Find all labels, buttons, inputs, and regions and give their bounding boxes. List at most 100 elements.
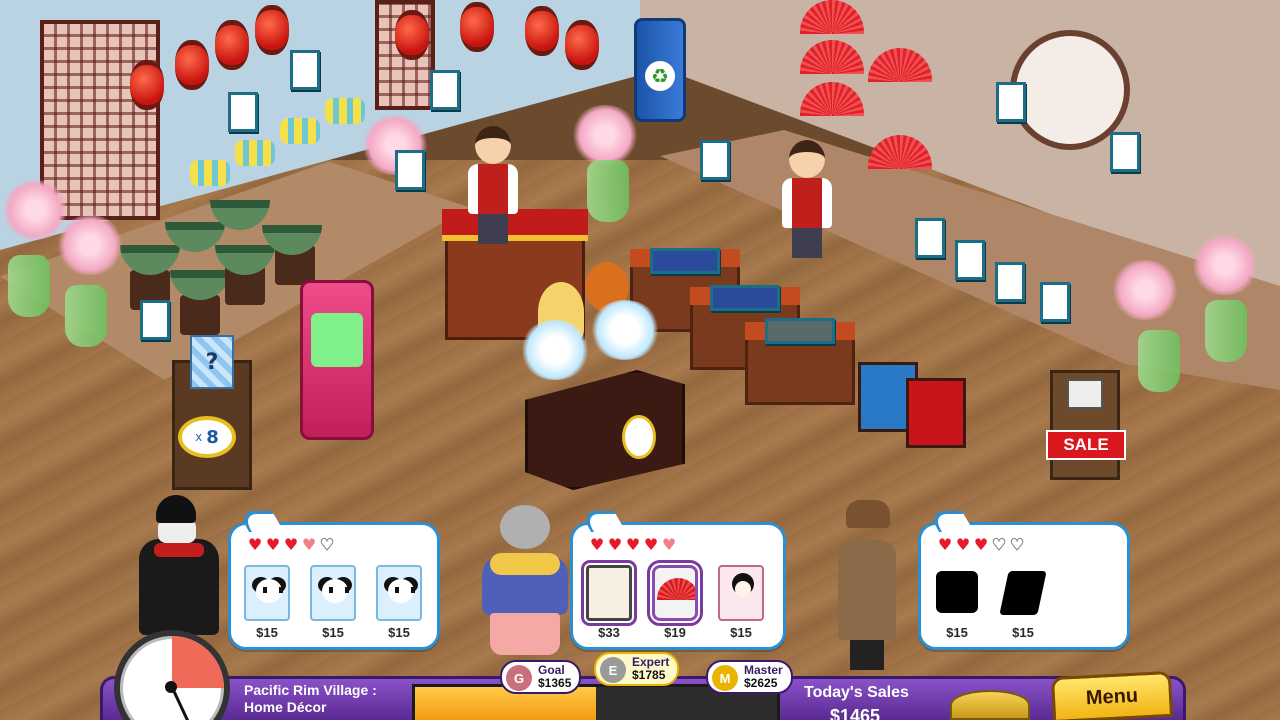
panda-poster-icon — [310, 565, 356, 621]
goal-medal-icon: G — [506, 665, 532, 691]
customer-grandmother[interactable] — [480, 505, 570, 655]
heart-half-icon: ♥ — [301, 535, 317, 554]
lantern-display[interactable] — [460, 2, 494, 52]
geisha-poster-display[interactable] — [1040, 282, 1070, 322]
wish-item-price: $15 — [256, 625, 278, 640]
wish-list: $15 $15 — [931, 565, 1049, 640]
poster-display[interactable] — [915, 218, 945, 258]
poster-display[interactable] — [995, 262, 1025, 302]
shop-clerk[interactable] — [468, 126, 518, 244]
pillow-display[interactable] — [190, 160, 230, 186]
expert-target: E Expert $1785 — [594, 652, 680, 686]
recycle-bin[interactable]: ♻ — [634, 18, 686, 122]
sparkle-effect — [590, 300, 660, 360]
location-label: Pacific Rim Village : Home Décor — [244, 682, 404, 720]
heart-full-icon: ♥ — [973, 535, 989, 554]
poster-display[interactable] — [1110, 132, 1140, 172]
wish-item[interactable]: $15 — [997, 565, 1049, 640]
wish-item[interactable]: $15 — [307, 565, 359, 640]
menu-button[interactable]: Menu — [1050, 670, 1174, 720]
wish-item-price: $19 — [664, 625, 686, 640]
vase-decoration — [1138, 330, 1180, 392]
heart-empty-icon: ♥ — [319, 535, 335, 554]
master-medal-icon: M — [712, 665, 738, 691]
day-clock-elapsed — [120, 636, 224, 720]
poster-display[interactable] — [228, 92, 258, 132]
shop-floor-scene: ♻ ? x 8 SALE ♥ ♥ ♥ ♥ ♥ $15 $15 $15 ♥ ♥ ♥… — [0, 0, 1280, 720]
customer-detective[interactable] — [832, 500, 902, 670]
mystery-count-badge: x 8 — [178, 416, 236, 458]
customer-wish-bubble[interactable]: ♥ ♥ ♥ ♥ ♥ $33 $19 $15 — [570, 522, 786, 650]
display-table[interactable] — [745, 322, 855, 405]
satisfaction-hearts: ♥ ♥ ♥ ♥ ♥ — [247, 535, 335, 554]
bowl-stand — [180, 295, 220, 335]
master-amount: $2625 — [744, 676, 778, 690]
pillow-display[interactable] — [325, 98, 365, 124]
wish-item-price: $15 — [1012, 625, 1034, 640]
scroll-painting-display[interactable] — [710, 285, 780, 311]
mystery-count: 8 — [206, 426, 219, 448]
unknown-pillow-icon — [934, 565, 980, 621]
poster-display[interactable] — [395, 150, 425, 190]
wish-item[interactable]: $15 — [931, 565, 983, 640]
expert-medal-icon: E — [600, 657, 626, 683]
customer-wish-bubble[interactable]: ♥ ♥ ♥ ♥ ♥ $15 $15 $15 — [228, 522, 440, 650]
pillow-display[interactable] — [280, 118, 320, 144]
lantern-display[interactable] — [255, 5, 289, 55]
brush-item-badge[interactable] — [622, 415, 656, 459]
poster-display[interactable] — [140, 300, 170, 340]
wish-item[interactable]: $15 — [715, 565, 767, 640]
customer-gentleman[interactable] — [134, 495, 224, 645]
lantern-display[interactable] — [175, 40, 209, 90]
sparkle-effect — [520, 320, 590, 380]
clock-pin — [165, 681, 177, 693]
heart-full-icon: ♥ — [283, 535, 299, 554]
mystery-box-icon[interactable]: ? — [190, 335, 234, 389]
satisfaction-hearts: ♥ ♥ ♥ ♥ ♥ — [937, 535, 1025, 554]
heart-empty-icon: ♥ — [1009, 535, 1025, 554]
sale-sign[interactable]: SALE — [1046, 430, 1126, 460]
poster-display[interactable] — [700, 140, 730, 180]
wish-item[interactable]: $33 — [581, 560, 637, 640]
customer-wish-bubble[interactable]: ♥ ♥ ♥ ♥ ♥ $15 $15 — [918, 522, 1130, 650]
red-fan-icon — [647, 560, 703, 626]
wish-item-price: $15 — [946, 625, 968, 640]
wish-item-price: $15 — [322, 625, 344, 640]
wish-item-price: $15 — [730, 625, 752, 640]
lantern-display[interactable] — [525, 6, 559, 56]
lantern-display[interactable] — [395, 10, 429, 60]
todays-sales-value: $1465 — [830, 706, 881, 720]
pillow-display[interactable] — [235, 140, 275, 166]
lantern-display[interactable] — [130, 60, 164, 110]
wish-item[interactable]: $15 — [241, 565, 293, 640]
wish-item[interactable]: $19 — [647, 560, 703, 640]
goal-amount: $1365 — [538, 676, 572, 690]
lantern-display[interactable] — [565, 20, 599, 70]
poster-display[interactable] — [290, 50, 320, 90]
heart-full-icon: ♥ — [265, 535, 281, 554]
heart-half-icon: ♥ — [661, 535, 677, 554]
money-pile-icon — [950, 690, 1030, 720]
heart-full-icon: ♥ — [643, 535, 659, 554]
sale-sign-stand[interactable] — [1050, 370, 1120, 480]
panda-poster-display[interactable] — [955, 240, 985, 280]
heart-full-icon: ♥ — [247, 535, 263, 554]
scroll-painting-display[interactable] — [765, 318, 835, 344]
expert-amount: $1785 — [632, 668, 666, 682]
scroll-painting-display[interactable] — [650, 248, 720, 274]
panda-poster-icon — [244, 565, 290, 621]
todays-sales-label: Today's Sales — [804, 684, 909, 701]
shop-clerk[interactable] — [782, 140, 832, 258]
satisfaction-hearts: ♥ ♥ ♥ ♥ ♥ — [589, 537, 677, 553]
poster-display[interactable] — [430, 70, 460, 110]
poster-display[interactable] — [996, 82, 1026, 122]
scroll-painting-icon — [581, 560, 637, 626]
wish-item[interactable]: $15 — [373, 565, 425, 640]
drink-machine[interactable] — [300, 280, 374, 440]
cherry-blossom-decoration — [55, 215, 125, 275]
lantern-display[interactable] — [215, 20, 249, 70]
wish-item-price: $33 — [598, 625, 620, 640]
recycle-icon: ♻ — [645, 61, 675, 91]
gift-wrap-station-red[interactable] — [906, 378, 966, 448]
cherry-blossom-decoration — [1110, 260, 1180, 320]
